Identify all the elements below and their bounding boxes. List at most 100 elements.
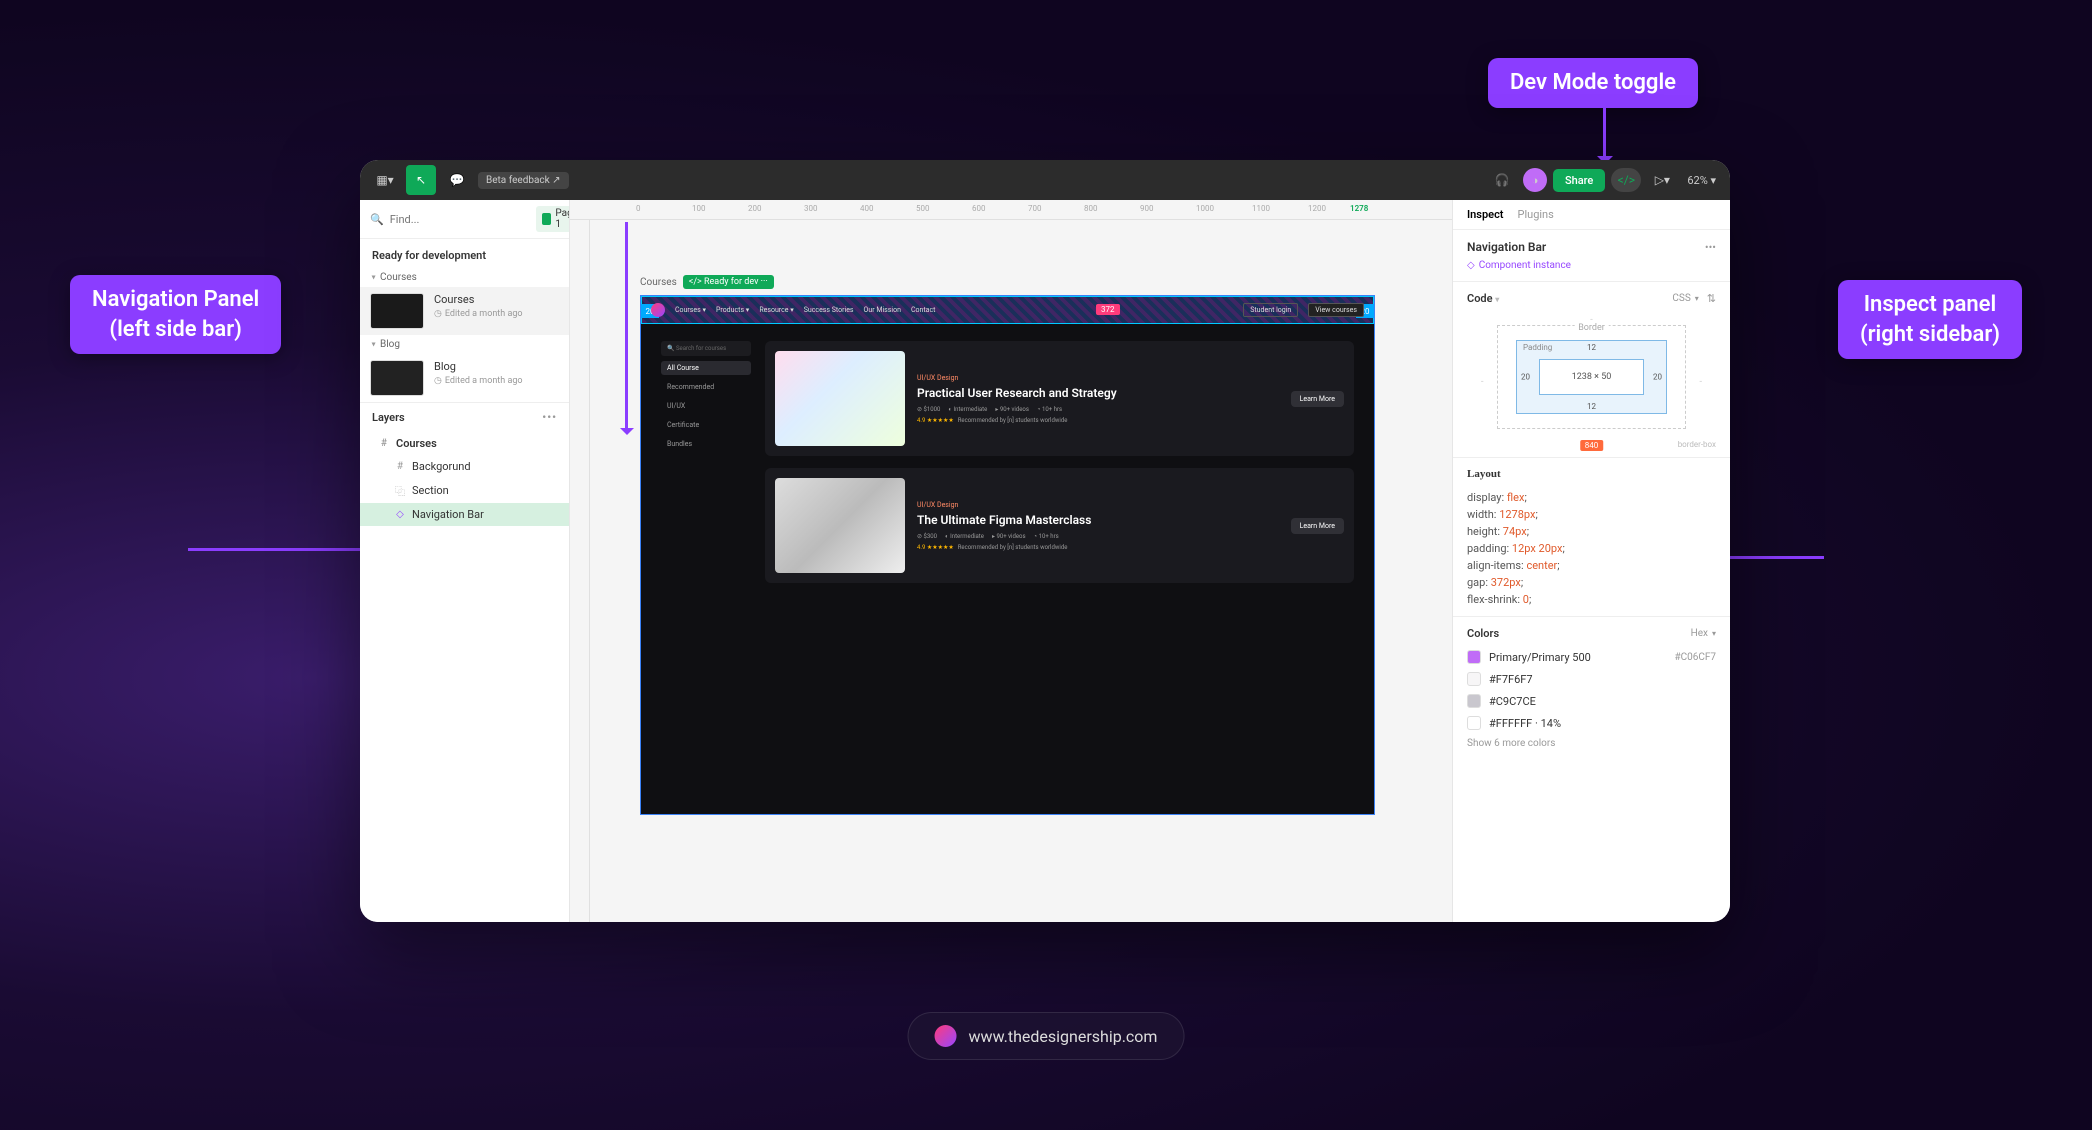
prototype-play-icon[interactable]: ▷▾ — [1647, 165, 1677, 195]
avatar[interactable]: ◑ — [1523, 168, 1547, 192]
nav-link[interactable]: Courses ▾ — [675, 306, 706, 314]
filter-certificate[interactable]: Certificate — [661, 418, 751, 432]
layout-css[interactable]: Layout display: flex; width: 1278px; hei… — [1453, 458, 1730, 617]
color-mode-select[interactable]: Hex — [1691, 628, 1716, 639]
frame-label[interactable]: Courses </> Ready for dev ··· — [640, 275, 774, 289]
dev-mode-toggle[interactable]: </> — [1611, 168, 1641, 192]
annotation-nav-panel: Navigation Panel (left side bar) — [70, 275, 281, 354]
nav-link[interactable]: Contact — [911, 306, 935, 314]
annotation-dev-mode: Dev Mode toggle — [1488, 58, 1698, 108]
move-tool-icon[interactable]: ↖ — [406, 165, 436, 195]
layer-courses-frame[interactable]: #Courses — [360, 432, 569, 455]
course-card[interactable]: UI/UX Design The Ultimate Figma Mastercl… — [765, 468, 1354, 583]
site-navbar: Courses ▾ Products ▾ Resource ▾ Success … — [651, 300, 1364, 320]
color-row[interactable]: Primary/Primary 500#C06CF7 — [1467, 646, 1716, 668]
group-label-text: Courses — [380, 272, 417, 283]
component-instance-link[interactable]: Component instance — [1467, 260, 1716, 271]
app-window: ▦▾ ↖ 💬 Beta feedback ↗ 🎧 ◑ Share </> ▷▾ … — [360, 160, 1730, 922]
course-tag: UI/UX Design — [917, 501, 1279, 509]
course-meta: ⊘ $300◐ Intermediate▸ 90+ videos◔ 10+ hr… — [917, 533, 1279, 540]
padding-label: Padding — [1523, 343, 1552, 352]
filter-all[interactable]: All Course — [661, 361, 751, 375]
padding-top: 12 — [1587, 343, 1596, 352]
page-selector[interactable]: Page 1 — [536, 206, 570, 232]
color-row[interactable]: #FFFFFF · 14% — [1467, 712, 1716, 734]
learn-more-button[interactable]: Learn More — [1291, 518, 1344, 534]
view-courses-button[interactable]: View courses — [1308, 303, 1364, 317]
ready-for-dev-chip[interactable]: </> Ready for dev ··· — [683, 275, 774, 289]
selected-element-name: Navigation Bar — [1467, 240, 1546, 254]
colors-header: Colors — [1467, 627, 1499, 640]
filter-recommended[interactable]: Recommended — [661, 380, 751, 394]
padding-left: 20 — [1521, 373, 1530, 382]
annotation-text: (left side bar) — [109, 317, 241, 342]
search-row: 🔍 Page 1 — [360, 200, 569, 239]
share-button[interactable]: Share — [1553, 169, 1605, 192]
annotation-arrow-devmode — [1603, 106, 1606, 158]
element-menu-icon[interactable]: ••• — [1705, 241, 1716, 254]
layer-section[interactable]: ⿻Section — [360, 478, 569, 503]
course-image — [775, 351, 905, 446]
navigation-panel: 🔍 Page 1 Ready for development Courses C… — [360, 200, 570, 922]
zoom-dropdown[interactable]: 62% ▾ — [1683, 174, 1720, 187]
nav-link[interactable]: Our Mission — [864, 306, 901, 314]
clock-icon: ◷ — [434, 309, 442, 319]
group-courses[interactable]: Courses — [360, 268, 569, 287]
frame-icon: # — [378, 438, 390, 449]
page-item-blog[interactable]: Blog ◷Edited a month ago — [360, 354, 569, 402]
nav-link[interactable]: Products ▾ — [716, 306, 749, 314]
learn-more-button[interactable]: Learn More — [1291, 391, 1344, 407]
source-badge: www.thedesignership.com — [908, 1012, 1185, 1060]
layer-navigation-bar[interactable]: ◇Navigation Bar — [360, 503, 569, 526]
page-item-courses[interactable]: Courses ◷Edited a month ago — [360, 287, 569, 335]
frame-icon: # — [394, 461, 406, 472]
course-card[interactable]: UI/UX Design Practical User Research and… — [765, 341, 1354, 456]
course-search[interactable]: 🔍 Search for courses — [661, 341, 751, 356]
inspect-tabs: Inspect Plugins — [1453, 200, 1730, 230]
color-swatch — [1467, 694, 1481, 708]
beta-feedback-button[interactable]: Beta feedback ↗ — [478, 172, 569, 189]
annotation-arrow-left — [188, 548, 368, 551]
page-label: Page 1 — [555, 208, 570, 230]
filter-uiux[interactable]: UI/UX — [661, 399, 751, 413]
page-edited-time: ◷Edited a month ago — [434, 309, 523, 319]
border-label: Border — [1574, 323, 1609, 333]
code-language-select[interactable]: CSS — [1672, 293, 1698, 304]
page-icon — [542, 213, 552, 225]
filter-bundles[interactable]: Bundles — [661, 437, 751, 451]
figma-menu-icon[interactable]: ▦▾ — [370, 165, 400, 195]
show-more-colors[interactable]: Show 6 more colors — [1467, 734, 1716, 749]
source-logo-icon — [935, 1025, 957, 1047]
nav-link[interactable]: Success Stories — [804, 306, 854, 314]
canvas[interactable]: 0 100 200 300 400 500 600 700 800 900 10… — [570, 200, 1452, 922]
layers-menu-icon[interactable]: ••• — [542, 411, 557, 424]
course-tag: UI/UX Design — [917, 374, 1279, 382]
frame-icon: ⿻ — [394, 483, 406, 498]
artboard-courses[interactable]: 20 20 372 Courses ▾ Products ▾ Resource … — [640, 295, 1375, 815]
page-thumbnail — [370, 293, 424, 329]
color-swatch — [1467, 672, 1481, 686]
annotation-inspect-panel: Inspect panel (right sidebar) — [1838, 280, 2022, 359]
filter-sidebar: 🔍 Search for courses All Course Recommen… — [661, 341, 751, 583]
gap-value: 840 — [1580, 440, 1604, 451]
headphones-icon[interactable]: 🎧 — [1487, 165, 1517, 195]
comment-tool-icon[interactable]: 💬 — [442, 165, 472, 195]
course-meta: ⊘ $1000◐ Intermediate▸ 90+ videos◔ 10+ h… — [917, 406, 1279, 413]
student-login-button[interactable]: Student login — [1243, 303, 1298, 317]
inspect-panel: Inspect Plugins Navigation Bar ••• Compo… — [1452, 200, 1730, 922]
annotation-text: Navigation Panel — [92, 287, 259, 312]
color-row[interactable]: #C9C7CE — [1467, 690, 1716, 712]
site-logo-icon — [651, 303, 665, 317]
box-model-diagram: --- Border Padding 12 12 20 20 1238 × 50… — [1467, 317, 1716, 447]
group-blog[interactable]: Blog — [360, 335, 569, 354]
code-section-label: Code ▾ — [1467, 292, 1499, 305]
tab-inspect[interactable]: Inspect — [1467, 208, 1504, 221]
tab-plugins[interactable]: Plugins — [1518, 208, 1554, 221]
search-input[interactable] — [390, 213, 530, 226]
course-title: The Ultimate Figma Masterclass — [917, 513, 1279, 527]
nav-link[interactable]: Resource ▾ — [759, 306, 793, 314]
layer-background[interactable]: #Backgorund — [360, 455, 569, 478]
code-settings-icon[interactable]: ⇅ — [1707, 292, 1716, 305]
color-row[interactable]: #F7F6F7 — [1467, 668, 1716, 690]
page-name: Courses — [434, 293, 523, 306]
